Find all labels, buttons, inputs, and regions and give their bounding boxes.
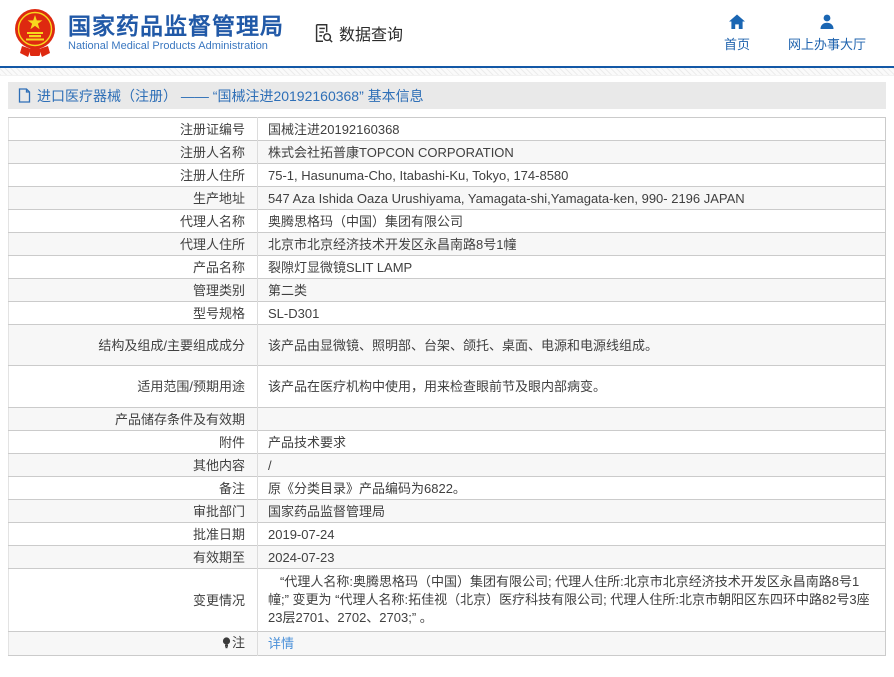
brand-title: 国家药品监督管理局: [68, 13, 284, 39]
row-value: 产品技术要求: [258, 431, 886, 454]
table-row: 型号规格 SL-D301: [9, 302, 886, 325]
nav-item-label: 首页: [724, 34, 750, 53]
data-query-label: 数据查询: [339, 21, 403, 45]
row-label: 注册人住所: [9, 164, 258, 187]
table-row: 代理人名称 奥腾思格玛（中国）集团有限公司: [9, 210, 886, 233]
nav-item-label: 网上办事大厅: [788, 34, 866, 53]
table-row: 产品名称 裂隙灯显微镜SLIT LAMP: [9, 256, 886, 279]
table-row: 结构及组成/主要组成成分 该产品由显微镜、照明部、台架、颌托、桌面、电源和电源线…: [9, 325, 886, 366]
header: 国家药品监督管理局 National Medical Products Admi…: [0, 0, 894, 66]
row-label: 适用范围/预期用途: [9, 366, 258, 408]
table-row: 有效期至 2024-07-23: [9, 546, 886, 569]
row-label: 注册人名称: [9, 141, 258, 164]
row-value: 北京市北京经济技术开发区永昌南路8号1幢: [258, 233, 886, 256]
table-row: 注册人名称 株式会社拓普康TOPCON CORPORATION: [9, 141, 886, 164]
nav-item-service-hall[interactable]: 网上办事大厅: [788, 13, 866, 53]
row-label: 批准日期: [9, 523, 258, 546]
row-label: 有效期至: [9, 546, 258, 569]
registration-info-table: 注册证编号 国械注进20192160368 注册人名称 株式会社拓普康TOPCO…: [8, 117, 886, 656]
table-row: 其他内容 /: [9, 454, 886, 477]
row-label: 产品名称: [9, 256, 258, 279]
table-row: 产品储存条件及有效期: [9, 408, 886, 431]
home-icon: [728, 13, 746, 31]
table-row: 审批部门 国家药品监督管理局: [9, 500, 886, 523]
row-label: 结构及组成/主要组成成分: [9, 325, 258, 366]
table-row: 管理类别 第二类: [9, 279, 886, 302]
row-value: 该产品在医疗机构中使用，用来检查眼前节及眼内部病变。: [258, 366, 886, 408]
row-value: “代理人名称:奥腾思格玛（中国）集团有限公司; 代理人住所:北京市北京经济技术开…: [258, 569, 886, 632]
row-label: 生产地址: [9, 187, 258, 210]
hatch-strip: [0, 68, 894, 76]
breadcrumb-text: 进口医疗器械（注册） —— “国械注进20192160368” 基本信息: [37, 86, 424, 106]
row-value: 国家药品监督管理局: [258, 500, 886, 523]
table-row: 注 详情: [9, 632, 886, 656]
brand-subtitle: National Medical Products Administration: [68, 39, 284, 53]
table-row: 批准日期 2019-07-24: [9, 523, 886, 546]
brand-block: 国家药品监督管理局 National Medical Products Admi…: [68, 13, 284, 53]
nav-item-home[interactable]: 首页: [724, 13, 750, 53]
row-label: 管理类别: [9, 279, 258, 302]
table-row: 生产地址 547 Aza Ishida Oaza Urushiyama, Yam…: [9, 187, 886, 210]
table-row: 注册人住所 75-1, Hasunuma-Cho, Itabashi-Ku, T…: [9, 164, 886, 187]
breadcrumb: 进口医疗器械（注册） —— “国械注进20192160368” 基本信息: [8, 82, 886, 109]
row-label: 变更情况: [9, 569, 258, 632]
table-row: 备注 原《分类目录》产品编码为6822。: [9, 477, 886, 500]
table-row: 附件 产品技术要求: [9, 431, 886, 454]
row-label: 注册证编号: [9, 118, 258, 141]
row-label: 其他内容: [9, 454, 258, 477]
row-label: 审批部门: [9, 500, 258, 523]
data-query-section[interactable]: 数据查询: [312, 21, 403, 45]
document-icon: [18, 88, 31, 103]
row-value: [258, 408, 886, 431]
row-value: 第二类: [258, 279, 886, 302]
row-label: 附件: [9, 431, 258, 454]
row-value: 该产品由显微镜、照明部、台架、颌托、桌面、电源和电源线组成。: [258, 325, 886, 366]
bulb-icon: [222, 636, 231, 653]
row-value: 奥腾思格玛（中国）集团有限公司: [258, 210, 886, 233]
row-value: 原《分类目录》产品编码为6822。: [258, 477, 886, 500]
row-label: 产品储存条件及有效期: [9, 408, 258, 431]
detail-link[interactable]: 详情: [268, 636, 294, 651]
row-value: 国械注进20192160368: [258, 118, 886, 141]
table-row: 代理人住所 北京市北京经济技术开发区永昌南路8号1幢: [9, 233, 886, 256]
row-value: 75-1, Hasunuma-Cho, Itabashi-Ku, Tokyo, …: [258, 164, 886, 187]
table-row: 适用范围/预期用途 该产品在医疗机构中使用，用来检查眼前节及眼内部病变。: [9, 366, 886, 408]
table-row: 变更情况 “代理人名称:奥腾思格玛（中国）集团有限公司; 代理人住所:北京市北京…: [9, 569, 886, 632]
top-nav: 首页 网上办事大厅: [724, 13, 866, 53]
table-row: 注册证编号 国械注进20192160368: [9, 118, 886, 141]
row-value: 详情: [258, 632, 886, 656]
row-label: 注: [9, 632, 258, 656]
data-query-icon: [312, 22, 334, 44]
national-emblem-icon: [12, 8, 58, 58]
row-value: 株式会社拓普康TOPCON CORPORATION: [258, 141, 886, 164]
person-icon: [818, 13, 836, 31]
row-label: 代理人名称: [9, 210, 258, 233]
row-value: 547 Aza Ishida Oaza Urushiyama, Yamagata…: [258, 187, 886, 210]
row-value: 2019-07-24: [258, 523, 886, 546]
row-label: 代理人住所: [9, 233, 258, 256]
row-value: /: [258, 454, 886, 477]
row-label: 型号规格: [9, 302, 258, 325]
row-label: 备注: [9, 477, 258, 500]
row-value: SL-D301: [258, 302, 886, 325]
row-value: 裂隙灯显微镜SLIT LAMP: [258, 256, 886, 279]
row-value: 2024-07-23: [258, 546, 886, 569]
